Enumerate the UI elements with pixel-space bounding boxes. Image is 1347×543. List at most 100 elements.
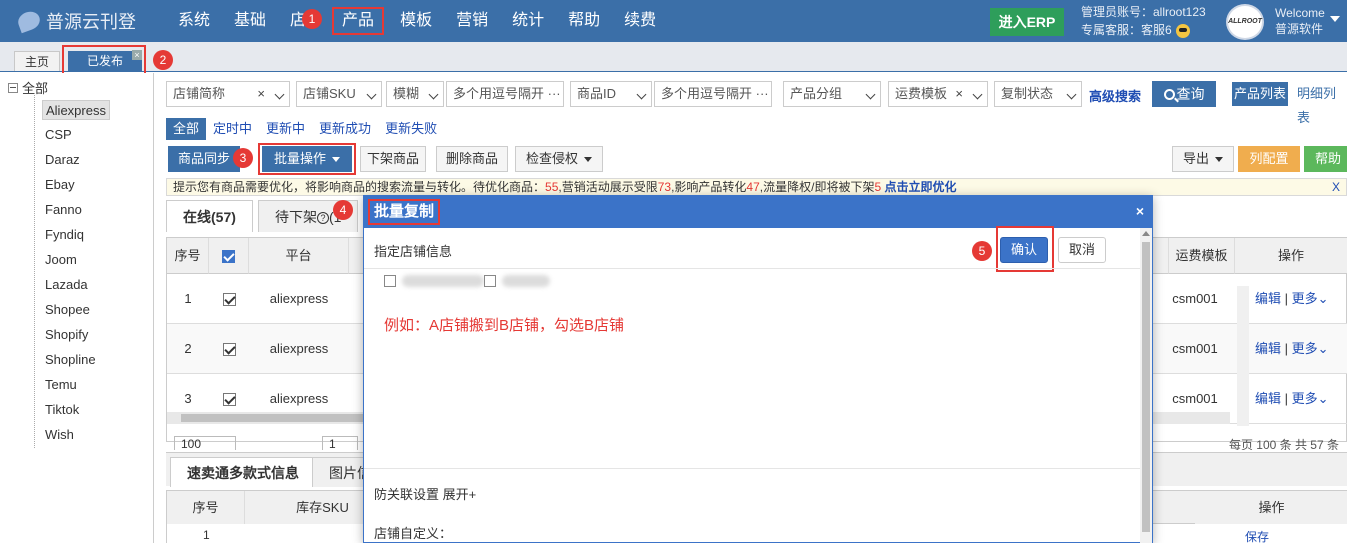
select-all-checkbox[interactable]	[222, 250, 235, 264]
product-sync-button[interactable]: 商品同步	[168, 146, 240, 172]
more-link[interactable]: 更多	[1292, 291, 1318, 306]
detail-list-view-button[interactable]: 明细列表	[1297, 82, 1347, 125]
menu-basic[interactable]: 基础	[226, 7, 274, 35]
edit-link[interactable]: 编辑	[1255, 291, 1281, 306]
dialog-scrollbar[interactable]	[1140, 228, 1152, 543]
tab-home[interactable]: 主页	[14, 51, 61, 71]
product-group-select[interactable]: 产品分组	[783, 81, 881, 107]
tab-online[interactable]: 在线(57)	[166, 200, 253, 232]
tree-item-lazada[interactable]: Lazada	[42, 275, 91, 295]
more-link[interactable]: 更多	[1292, 341, 1318, 356]
store-checkbox[interactable]	[484, 275, 496, 287]
row-checkbox[interactable]	[222, 393, 236, 407]
store-sku-select[interactable]: 店铺SKU	[296, 81, 382, 107]
qq-icon[interactable]	[1175, 23, 1190, 38]
check-infringement-button[interactable]: 检查侵权	[515, 146, 603, 172]
help-button[interactable]: 帮助	[1304, 146, 1347, 172]
store-option[interactable]	[384, 273, 484, 289]
tree-root[interactable]: 全部	[8, 78, 48, 97]
avatar[interactable]: ALLROOT	[1226, 4, 1264, 40]
tree-item-shopee[interactable]: Shopee	[42, 300, 93, 320]
id-multi-input[interactable]: 多个用逗号隔开 ···	[654, 81, 772, 107]
anti-association-settings[interactable]: 防关联设置 展开+	[374, 484, 476, 503]
welcome-text: Welcome	[1275, 6, 1325, 20]
match-mode-select[interactable]: 模糊	[386, 81, 444, 107]
export-button[interactable]: 导出	[1172, 146, 1234, 172]
hscroll-thumb[interactable]	[181, 414, 381, 422]
query-button[interactable]: 查询	[1152, 81, 1216, 107]
logo[interactable]: 普源云刊登	[15, 8, 136, 34]
edit-link[interactable]: 编辑	[1255, 391, 1281, 406]
step-badge-2: 2	[153, 50, 173, 70]
save-link[interactable]: 保存	[1245, 528, 1269, 543]
tree-item-temu[interactable]: Temu	[42, 375, 80, 395]
clear-icon[interactable]: ×	[257, 82, 265, 106]
tree-item-tiktok[interactable]: Tiktok	[42, 400, 82, 420]
confirm-button[interactable]: 确认	[1000, 237, 1048, 263]
menu-stats[interactable]: 统计	[504, 7, 552, 35]
status-tab-update-success[interactable]: 更新成功	[312, 118, 378, 140]
enter-erp-button[interactable]: 进入ERP	[990, 8, 1064, 36]
product-list-view-button[interactable]: 产品列表	[1232, 82, 1288, 106]
menu-product[interactable]: 产品	[332, 7, 385, 35]
leaf-logo-icon	[15, 8, 43, 34]
status-tab-all[interactable]: 全部	[166, 118, 207, 140]
clear-icon[interactable]: ×	[955, 82, 963, 106]
row-checkbox[interactable]	[222, 293, 236, 307]
product-id-select[interactable]: 商品ID	[570, 81, 652, 107]
menu-marketing[interactable]: 营销	[448, 7, 496, 35]
collapse-icon[interactable]	[8, 82, 18, 93]
advanced-search-link[interactable]: 高级搜索	[1089, 86, 1141, 105]
page-size-select[interactable]: 100	[174, 436, 236, 450]
tree-item-fanno[interactable]: Fanno	[42, 200, 85, 220]
welcome-block[interactable]: Welcome 普源软件	[1275, 5, 1325, 37]
row-checkbox[interactable]	[222, 343, 236, 357]
column-config-button[interactable]: 列配置	[1238, 146, 1300, 172]
tab-published[interactable]: 已发布 ×	[68, 50, 142, 71]
more-link[interactable]: 更多	[1292, 391, 1318, 406]
store-checkbox[interactable]	[384, 275, 396, 287]
caret-down-icon[interactable]	[1330, 16, 1340, 22]
close-icon[interactable]: ×	[1136, 203, 1144, 219]
delete-button[interactable]: 删除商品	[436, 146, 508, 172]
page-number-input[interactable]: 1	[322, 436, 358, 450]
col-operation-header: 操作	[1235, 238, 1347, 274]
batch-operation-button[interactable]: 批量操作	[262, 146, 352, 172]
tree-item-csp[interactable]: CSP	[42, 125, 75, 145]
sku-multi-input[interactable]: 多个用逗号隔开 ···	[446, 81, 564, 107]
tree-item-shopify[interactable]: Shopify	[42, 325, 91, 345]
menu-system[interactable]: 系统	[170, 7, 218, 35]
dialog-header[interactable]: 批量复制 ×	[364, 196, 1152, 228]
tip-close-icon[interactable]: X	[1332, 179, 1340, 195]
menu-template[interactable]: 模板	[392, 7, 440, 35]
status-tab-scheduled[interactable]: 定时中	[206, 118, 259, 140]
tree-item-fyndiq[interactable]: Fyndiq	[42, 225, 87, 245]
optimize-now-link[interactable]: 点击立即优化	[884, 180, 956, 194]
tab-close-icon[interactable]: ×	[132, 50, 142, 60]
row-template: csm001	[1172, 341, 1218, 356]
status-tab-updating[interactable]: 更新中	[259, 118, 312, 140]
tree-item-wish[interactable]: Wish	[42, 425, 77, 445]
row-platform: aliexpress	[269, 291, 329, 306]
menu-renew[interactable]: 续费	[616, 7, 664, 35]
menu-help[interactable]: 帮助	[560, 7, 608, 35]
tree-item-shopline[interactable]: Shopline	[42, 350, 99, 370]
delist-button[interactable]: 下架商品	[360, 146, 426, 172]
step-badge-4: 4	[333, 200, 353, 220]
scroll-up-icon[interactable]	[1142, 231, 1150, 236]
store-option[interactable]	[484, 273, 550, 289]
copy-status-select[interactable]: 复制状态	[994, 81, 1082, 107]
store-abbr-select[interactable]: 店铺简称 ×	[166, 81, 290, 107]
tree-item-aliexpress[interactable]: Aliexpress	[42, 100, 110, 120]
tree-item-joom[interactable]: Joom	[42, 250, 80, 270]
tree-item-daraz[interactable]: Daraz	[42, 150, 83, 170]
shipping-template-select[interactable]: 运费模板 ×	[888, 81, 988, 107]
status-tab-update-failed[interactable]: 更新失败	[378, 118, 444, 140]
cancel-button[interactable]: 取消	[1058, 237, 1106, 263]
dialog-scroll-thumb[interactable]	[1142, 242, 1150, 532]
table-vscrollbar[interactable]	[1237, 286, 1249, 426]
tree-item-ebay[interactable]: Ebay	[42, 175, 78, 195]
support-contact[interactable]: 专属客服：客服6	[1081, 21, 1206, 39]
tab-variant-info[interactable]: 速卖通多款式信息	[170, 457, 316, 487]
edit-link[interactable]: 编辑	[1255, 341, 1281, 356]
